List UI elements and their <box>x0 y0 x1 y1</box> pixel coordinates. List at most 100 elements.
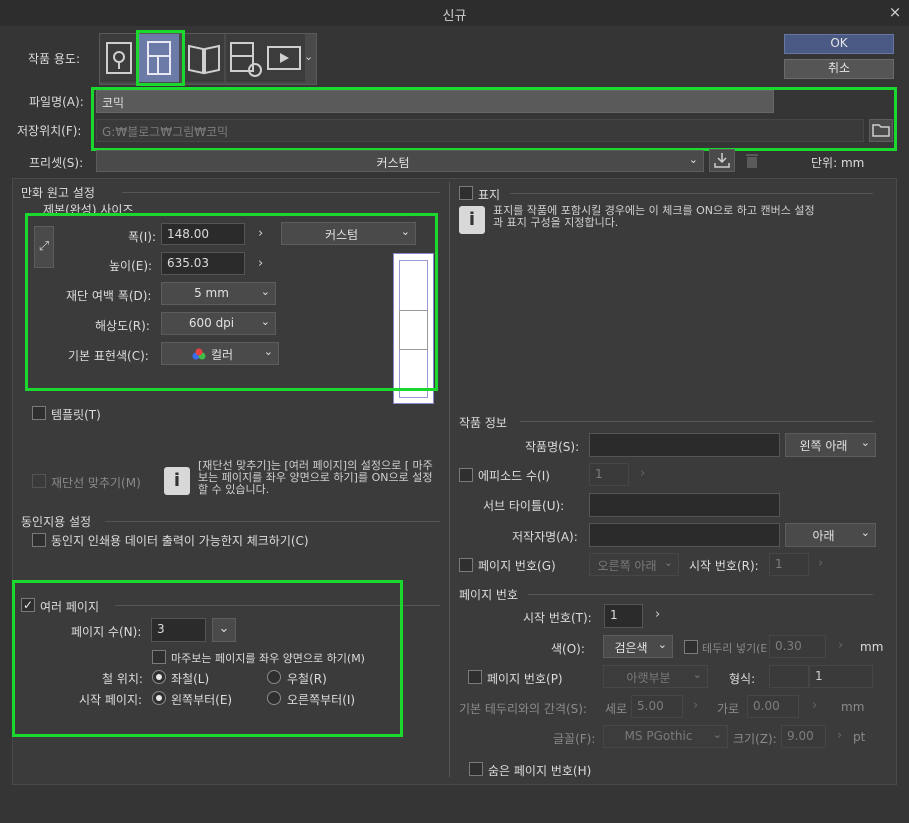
unit-label: 단위: mm <box>811 156 865 170</box>
filename-label: 파일명(A): <box>29 95 84 109</box>
trim-align-checkbox[interactable] <box>32 474 46 488</box>
ok-button[interactable]: OK <box>784 34 894 54</box>
pagenum-start-chevron-icon[interactable]: › <box>655 607 660 622</box>
episode-label: 에피소드 수(I) <box>478 469 550 483</box>
font-label: 글꼴(F): <box>553 732 596 746</box>
doujin-section-title: 동인지용 설정 <box>21 515 92 529</box>
cancel-button[interactable]: 취소 <box>784 59 894 79</box>
usage-label: 작품 용도: <box>28 52 81 66</box>
template-label: 템플릿(T) <box>51 408 101 422</box>
close-icon[interactable]: × <box>886 3 904 21</box>
illustration-icon[interactable] <box>100 34 140 82</box>
author-input[interactable] <box>589 523 780 547</box>
multi-page-highlight <box>12 580 403 737</box>
work-pagenum-position-dropdown[interactable]: 오른쪽 아래 ⌄ <box>589 553 679 576</box>
pagenum-border-checkbox[interactable] <box>684 640 698 654</box>
size-label: 크기(Z): <box>733 732 777 746</box>
chevron-down-icon: ⌄ <box>860 436 870 449</box>
chevron-down-icon: ⌄ <box>688 153 698 166</box>
comic-highlight <box>136 30 185 86</box>
pagenum-format-dropdown[interactable]: 1 <box>809 665 873 688</box>
font-dropdown[interactable]: MS PGothic ⌄ <box>603 725 728 748</box>
hidden-pagenum-label: 숨은 페이지 번호(H) <box>488 764 592 778</box>
file-highlight <box>91 87 897 151</box>
info-icon: i <box>164 467 190 495</box>
author-position-value: 아래 <box>812 529 835 543</box>
pagenum-border-chevron-icon[interactable]: › <box>838 638 843 653</box>
book-icon[interactable] <box>184 34 224 82</box>
work-title-position-value: 왼쪽 아래 <box>799 439 848 453</box>
pagenum-checkbox[interactable] <box>468 670 482 684</box>
gap-unit: mm <box>841 700 865 714</box>
preset-delete-icon[interactable] <box>742 151 762 171</box>
doujin-label: 동인지 인쇄용 데이터 출력이 가능한지 체크하기(C) <box>51 534 309 548</box>
preset-value: 커스텀 <box>376 156 410 170</box>
pagenum-placement-dropdown[interactable]: 아랫부분 ⌄ <box>603 665 708 688</box>
pagenum-border-input[interactable]: 0.30 <box>769 635 826 658</box>
pagenum-color-dropdown[interactable]: 검은색 ⌄ <box>603 635 673 658</box>
doujin-checkbox[interactable] <box>32 533 46 547</box>
chevron-down-icon: ⌄ <box>712 728 722 741</box>
cover-info-text: 표지를 작품에 포함시킬 경우에는 이 체크를 ON으로 하고 캔버스 설정과 … <box>493 204 815 229</box>
work-title-position-dropdown[interactable]: 왼쪽 아래 ⌄ <box>785 433 876 457</box>
cover-label: 표지 <box>478 188 501 202</box>
window-title: 신규 <box>442 9 467 24</box>
work-info-line <box>520 421 873 422</box>
size-input[interactable]: 9.00 <box>781 725 826 748</box>
size-unit: pt <box>853 730 866 744</box>
gap-vertical-label: 세로 <box>605 702 628 716</box>
gap-horizontal-input[interactable]: 0.00 <box>747 695 799 718</box>
preset-save-icon[interactable] <box>709 149 735 172</box>
subtitle-label: 서브 타이틀(U): <box>483 499 565 513</box>
trim-align-label: 재단선 맞추기(M) <box>51 476 141 490</box>
work-start-chevron-icon[interactable]: › <box>818 556 823 571</box>
pagenum-format-label: 형식: <box>729 672 756 686</box>
pagenum-color-label: 색(O): <box>551 642 585 656</box>
work-start-label: 시작 번호(R): <box>689 559 759 573</box>
gap-horizontal-label: 가로 <box>717 702 740 716</box>
episode-checkbox[interactable] <box>459 468 473 482</box>
manga-section-title: 만화 원고 설정 <box>21 186 95 200</box>
pagenum-start-label: 시작 번호(T): <box>523 611 592 625</box>
work-title-input[interactable] <box>589 433 780 457</box>
animation-settings-icon[interactable] <box>226 34 266 82</box>
usage-more-icon[interactable]: ⌄ <box>304 50 313 63</box>
subtitle-input[interactable] <box>589 493 780 517</box>
cover-checkbox[interactable] <box>459 186 473 200</box>
chevron-down-icon: ⌄ <box>860 526 870 539</box>
author-label: 저작자명(A): <box>512 530 578 544</box>
pagenum-section-line <box>528 594 873 595</box>
preset-dropdown[interactable]: 커스텀 ⌄ <box>96 150 704 172</box>
pagenum-border-unit: mm <box>860 640 884 654</box>
doujin-section-line <box>105 521 440 522</box>
size-chevron-icon[interactable]: › <box>837 728 842 743</box>
chevron-down-icon: ⌄ <box>657 638 667 651</box>
cover-info-icon: i <box>459 206 485 234</box>
hidden-pagenum-checkbox[interactable] <box>469 762 483 776</box>
size-highlight <box>25 213 438 391</box>
save-location-label: 저장위치(F): <box>17 124 82 138</box>
episode-chevron-icon[interactable]: › <box>640 466 645 481</box>
pagenum-check-label: 페이지 번호(P) <box>487 672 563 686</box>
template-checkbox[interactable] <box>32 406 46 420</box>
animation-icon[interactable] <box>265 34 305 82</box>
panel-divider <box>449 182 450 777</box>
pagenum-start-input[interactable]: 1 <box>604 604 643 628</box>
work-info-title: 작품 정보 <box>459 416 507 430</box>
manga-section-line <box>122 192 440 193</box>
gap-horizontal-chevron-icon[interactable]: › <box>812 698 817 713</box>
pagenum-border-label: 테두리 넣기(E <box>702 642 768 655</box>
gap-label: 기본 테두리와의 간격(S): <box>459 702 588 716</box>
episode-input[interactable]: 1 <box>589 463 629 486</box>
gap-vertical-chevron-icon[interactable]: › <box>693 698 698 713</box>
pagenum-placement-value: 아랫부분 <box>626 671 671 685</box>
work-pagenum-label: 페이지 번호(G) <box>478 559 556 573</box>
work-start-input[interactable]: 1 <box>769 553 809 576</box>
chevron-down-icon: ⌄ <box>663 556 673 569</box>
gap-vertical-input[interactable]: 5.00 <box>631 695 683 718</box>
pagenum-format-blank <box>769 665 809 688</box>
cover-line <box>510 193 873 194</box>
work-pagenum-checkbox[interactable] <box>459 558 473 572</box>
author-position-dropdown[interactable]: 아래 ⌄ <box>785 523 876 547</box>
pagenum-section-title: 페이지 번호 <box>459 588 519 602</box>
